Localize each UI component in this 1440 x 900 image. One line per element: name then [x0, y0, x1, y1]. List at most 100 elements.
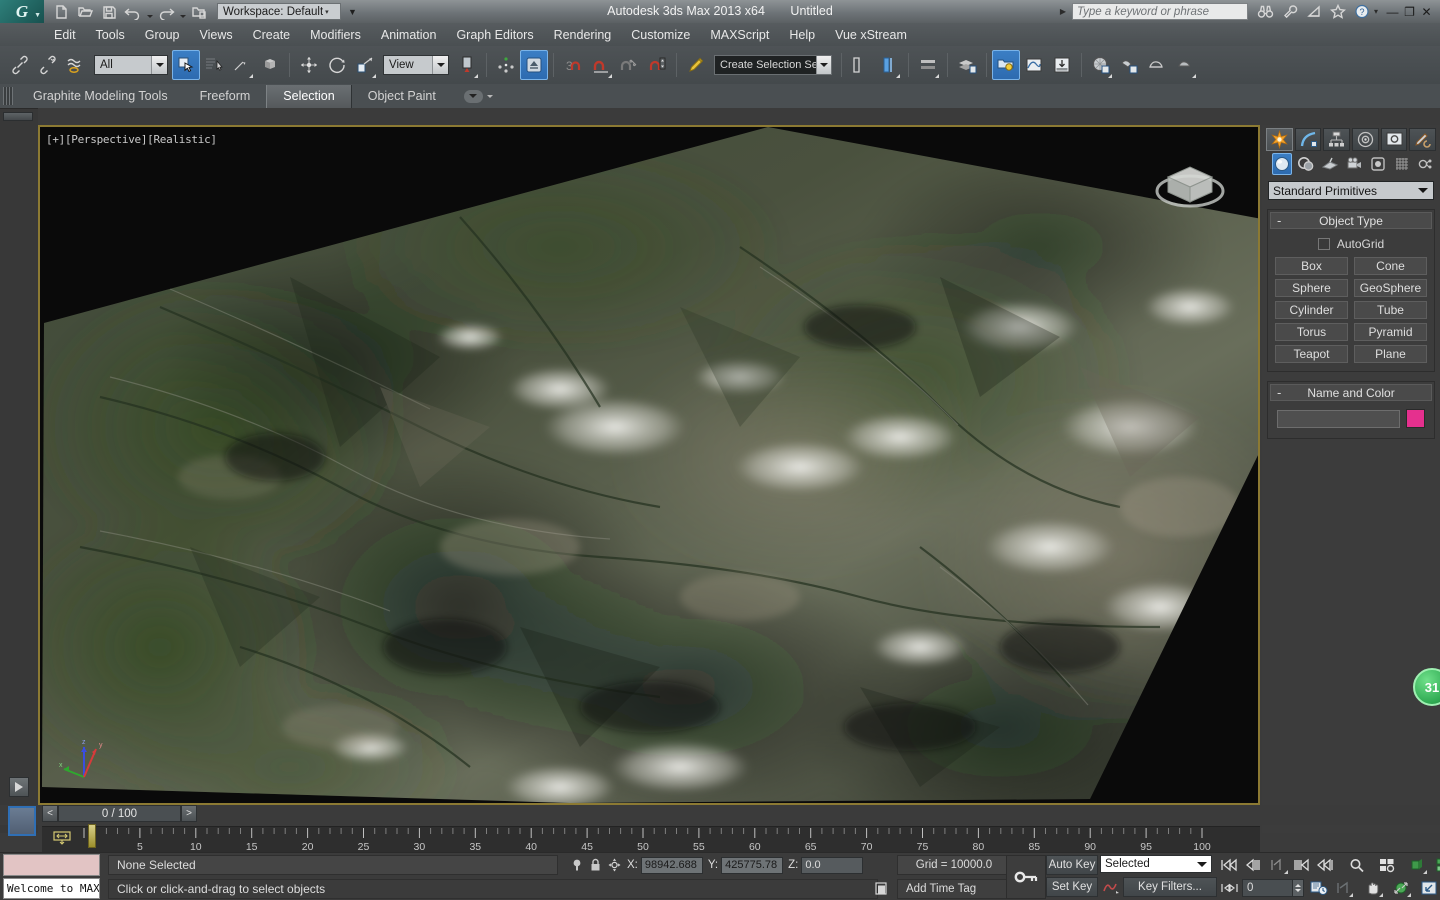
menu-rendering[interactable]: Rendering [544, 26, 622, 44]
menu-group[interactable]: Group [135, 26, 190, 44]
lights-icon[interactable] [1320, 153, 1340, 175]
cylinder-button[interactable]: Cylinder [1275, 301, 1348, 319]
autogrid-row[interactable]: AutoGrid [1275, 235, 1427, 253]
geosphere-button[interactable]: GeoSphere [1354, 279, 1427, 297]
name-and-color-rollout-header[interactable]: - Name and Color [1270, 384, 1432, 401]
helpers-icon[interactable] [1368, 153, 1388, 175]
time-slider-handle[interactable] [88, 824, 96, 848]
time-configuration-icon[interactable] [1307, 878, 1330, 898]
previous-frame-icon[interactable] [1242, 855, 1265, 875]
select-and-manipulate-icon[interactable] [520, 50, 548, 80]
y-value[interactable]: 425775.78 [721, 856, 784, 874]
current-frame-display[interactable]: 0 / 100 [58, 805, 181, 822]
play-icon[interactable] [1266, 855, 1289, 875]
spinner-arrows[interactable] [1292, 880, 1303, 896]
systems-icon[interactable] [1416, 153, 1436, 175]
maximize-viewport-icon[interactable] [1417, 878, 1440, 898]
selection-lock-icon[interactable] [570, 857, 584, 873]
undo-icon[interactable] [121, 1, 145, 22]
application-menu-button[interactable]: G ▼ [0, 0, 44, 23]
viewport-canvas[interactable] [40, 127, 1258, 803]
collapse-icon[interactable]: - [1277, 214, 1281, 227]
zoom-all-icon[interactable] [1375, 855, 1398, 875]
modify-tab[interactable] [1294, 128, 1322, 151]
save-icon[interactable] [97, 1, 121, 22]
current-frame-value[interactable]: 0 [1247, 882, 1253, 894]
menu-graph-editors[interactable]: Graph Editors [446, 26, 543, 44]
render-in-activeshade-icon[interactable] [1143, 50, 1171, 80]
percent-snap-toggle-icon[interactable] [615, 50, 643, 80]
maxscript-listener-input[interactable]: Welcome to MAXS [3, 878, 100, 899]
restore-button[interactable]: ❐ [1401, 2, 1418, 22]
ribbon-drag-handle[interactable] [3, 87, 13, 105]
terrain-mesh[interactable] [40, 127, 1260, 805]
render-frame-window-icon[interactable] [1171, 50, 1199, 80]
utilities-tab[interactable] [1409, 128, 1437, 151]
torus-button[interactable]: Torus [1275, 323, 1348, 341]
menu-edit[interactable]: Edit [44, 26, 86, 44]
redo-dropdown-arrow[interactable] [178, 1, 187, 22]
absolute-relative-mode-icon[interactable] [607, 857, 622, 873]
z-value[interactable]: 0.0 [801, 856, 864, 874]
menu-create[interactable]: Create [243, 26, 301, 44]
material-editor-icon[interactable] [992, 50, 1020, 80]
x-value[interactable]: 98942.688 [640, 856, 703, 874]
mirror-icon[interactable] [847, 50, 875, 80]
viewport-label[interactable]: [+][Perspective][Realistic] [46, 133, 217, 146]
space-warps-icon[interactable] [1392, 153, 1412, 175]
geometry-icon[interactable] [1272, 153, 1292, 175]
plane-button[interactable]: Plane [1354, 345, 1427, 363]
named-selection-sets-combo[interactable]: Create Selection Set [714, 55, 832, 75]
collapse-icon[interactable]: - [1277, 386, 1281, 399]
next-frame-icon[interactable] [1290, 855, 1313, 875]
wrench-icon[interactable] [1278, 1, 1302, 22]
select-by-name-icon[interactable] [200, 50, 228, 80]
curve-editor-icon[interactable] [1020, 50, 1048, 80]
select-and-rotate-icon[interactable] [323, 50, 351, 80]
satellite-dish-icon[interactable] [1302, 1, 1326, 22]
lock-icon[interactable] [589, 857, 602, 873]
binoculars-icon[interactable] [1254, 1, 1278, 22]
schematic-view-icon[interactable] [953, 50, 981, 80]
menu-vue-xstream[interactable]: Vue xStream [825, 26, 917, 44]
minimize-button[interactable]: — [1384, 2, 1401, 22]
align-icon[interactable] [875, 50, 903, 80]
window-crossing-toggle-icon[interactable] [256, 50, 284, 80]
spinner-snap-toggle-icon[interactable] [643, 50, 671, 80]
left-dock-handle[interactable] [3, 112, 33, 121]
search-input[interactable]: Type a keyword or phrase [1071, 3, 1248, 20]
parameter-curve-out-of-range-icon[interactable] [1100, 877, 1122, 897]
viewcube[interactable] [1150, 147, 1230, 219]
selection-filter-combo[interactable]: All [94, 55, 168, 75]
use-pivot-point-center-icon[interactable] [453, 50, 481, 80]
set-key-button[interactable]: Set Key [1046, 877, 1098, 897]
select-object-tool[interactable] [172, 50, 200, 80]
workspace-selector[interactable]: Workspace: Default ▾ [217, 3, 341, 20]
tab-freeform[interactable]: Freeform [184, 85, 267, 108]
chevron-down-icon[interactable] [432, 56, 448, 74]
zoom-extents-all-icon[interactable] [1433, 855, 1440, 875]
track-bar-ruler[interactable]: 5 10 15 20 25 30 35 40 45 50 55 60 65 70 75 80 85 90 95 100 [42, 826, 1260, 854]
help-dropdown-arrow[interactable]: ▾ [1374, 7, 1378, 16]
rectangular-selection-region-icon[interactable] [228, 50, 256, 80]
open-file-icon[interactable] [73, 1, 97, 22]
perspective-viewport[interactable]: [+][Perspective][Realistic] z x y [38, 125, 1260, 805]
zoom-icon[interactable] [1345, 855, 1368, 875]
menu-tools[interactable]: Tools [86, 26, 135, 44]
tab-graphite-modeling-tools[interactable]: Graphite Modeling Tools [17, 85, 184, 108]
use-selection-center-icon[interactable] [492, 50, 520, 80]
current-frame-spinner[interactable]: 0 [1242, 879, 1304, 897]
display-tab[interactable] [1380, 128, 1408, 151]
cone-button[interactable]: Cone [1354, 257, 1427, 275]
zoom-extents-icon[interactable] [1405, 855, 1428, 875]
sphere-button[interactable]: Sphere [1275, 279, 1348, 297]
bind-to-space-warp-icon[interactable] [62, 50, 90, 80]
time-tag-icon[interactable] [873, 881, 889, 900]
previous-frame-button[interactable]: < [42, 805, 58, 822]
key-mode-filter-combo[interactable]: Selected [1100, 855, 1212, 873]
object-type-rollout-header[interactable]: - Object Type [1270, 212, 1432, 229]
create-tab[interactable] [1266, 128, 1293, 151]
help-icon[interactable]: ? [1350, 1, 1374, 22]
menu-views[interactable]: Views [189, 26, 242, 44]
chevron-down-icon[interactable] [151, 56, 167, 74]
